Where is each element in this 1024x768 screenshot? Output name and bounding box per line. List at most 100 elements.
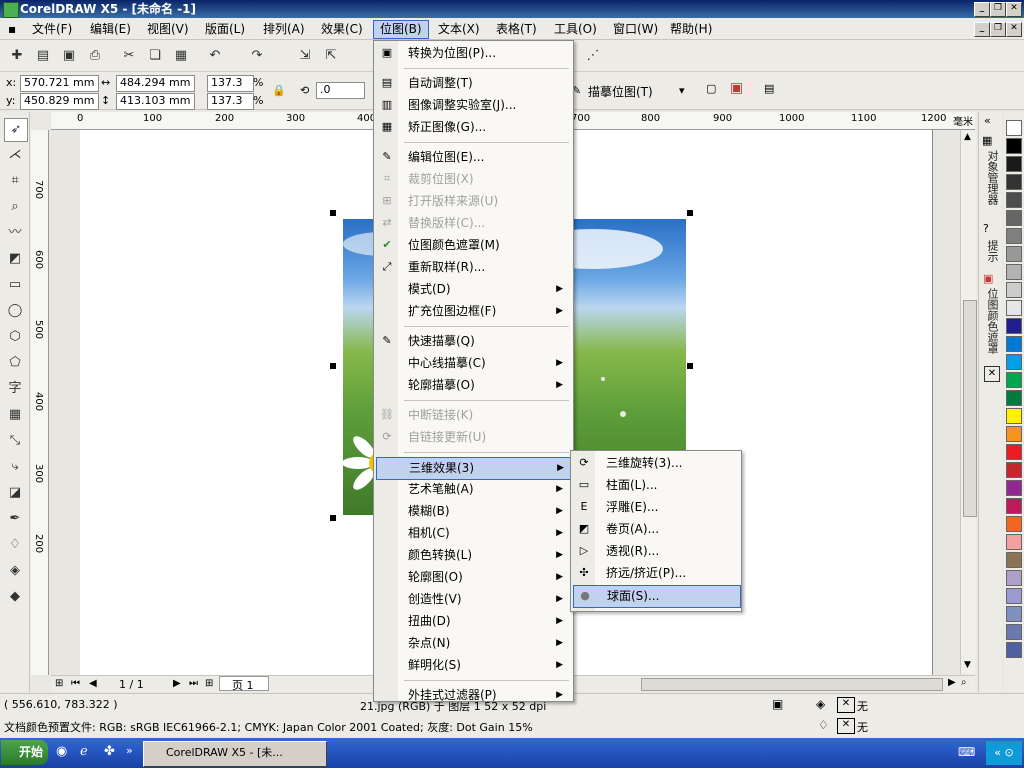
scroll-down-icon[interactable]: ▼	[964, 660, 971, 670]
table-tool-icon[interactable]: ▦	[4, 404, 26, 426]
menu-file[interactable]: 文件(F)	[26, 21, 78, 38]
docker-tab-bitmap-color-mask[interactable]: 位图颜色遮罩	[982, 288, 1000, 354]
3d-effects-item[interactable]: ● 球面(S)...	[573, 585, 741, 608]
menu-text[interactable]: 文本(X)	[432, 21, 486, 38]
color-swatch[interactable]	[1006, 228, 1022, 244]
selection-handle[interactable]	[330, 210, 336, 216]
export-icon[interactable]: ⇱	[322, 47, 340, 65]
menu-tools[interactable]: 工具(O)	[548, 21, 603, 38]
color-swatch[interactable]	[1006, 300, 1022, 316]
color-swatch[interactable]	[1006, 120, 1022, 136]
color-swatch[interactable]	[1006, 318, 1022, 334]
app-icon[interactable]: ✤	[104, 744, 115, 759]
close-button[interactable]: ✕	[1006, 2, 1022, 17]
shape-tool-icon[interactable]: ⋌	[4, 144, 26, 166]
interactive-fill-icon[interactable]: ◆	[4, 586, 26, 608]
bitmaps-menu-item[interactable]: 轮廓描摹(O) ▶	[376, 375, 571, 396]
3d-effects-item[interactable]: ◩ 卷页(A)...	[573, 519, 739, 540]
bitmaps-menu-item[interactable]: 杂点(N) ▶	[376, 633, 571, 654]
dropdown-arrow-icon[interactable]: ▾	[679, 84, 685, 97]
color-swatch[interactable]	[1006, 282, 1022, 298]
bitmaps-menu-item[interactable]: 模糊(B) ▶	[376, 501, 571, 522]
color-swatch[interactable]	[1006, 192, 1022, 208]
start-button[interactable]: 开始	[1, 740, 48, 765]
bitmaps-menu-item[interactable]: 三维效果(3) ▶	[376, 457, 573, 480]
bitmaps-menu-item[interactable]: ▤ 自动调整(T)	[376, 73, 571, 94]
3d-effects-item[interactable]: E 浮雕(E)...	[573, 497, 739, 518]
print-icon[interactable]: ⎙	[86, 47, 104, 65]
bitmaps-menu-item[interactable]: 模式(D) ▶	[376, 279, 571, 300]
color-swatch[interactable]	[1006, 138, 1022, 154]
color-swatch[interactable]	[1006, 390, 1022, 406]
selection-handle[interactable]	[687, 363, 693, 369]
color-swatch[interactable]	[1006, 534, 1022, 550]
color-swatch[interactable]	[1006, 354, 1022, 370]
tray-expand-icon[interactable]: « ⊙	[986, 741, 1022, 765]
bitmap-mask-icon[interactable]: ▣	[730, 80, 743, 96]
bitmaps-menu-item[interactable]: 鲜明化(S) ▶	[376, 655, 571, 676]
zoom-tool-icon[interactable]: ⌕	[4, 196, 26, 218]
menu-help[interactable]: 帮助(H)	[664, 21, 718, 38]
menu-layout[interactable]: 版面(L)	[199, 21, 251, 38]
trace-bitmap-button[interactable]: 描摹位图(T)	[588, 83, 653, 100]
import-icon[interactable]: ⇲	[296, 47, 314, 65]
color-swatch[interactable]	[1006, 624, 1022, 640]
minimize-button[interactable]: _	[974, 2, 990, 17]
color-swatch[interactable]	[1006, 516, 1022, 532]
scale-x-field[interactable]: 137.3	[207, 75, 254, 92]
ellipse-tool-icon[interactable]: ◯	[4, 300, 26, 322]
h-scroll-thumb[interactable]	[641, 678, 943, 691]
bitmaps-menu-item[interactable]: 扩充位图边框(F) ▶	[376, 301, 571, 322]
add-page-after-icon[interactable]: ⊞	[205, 678, 213, 689]
color-swatch[interactable]	[1006, 426, 1022, 442]
outline-tool-icon[interactable]: ♢	[4, 534, 26, 556]
docker-tab-object-manager[interactable]: 对象管理器	[982, 150, 1000, 205]
scale-y-field[interactable]: 137.3	[207, 93, 254, 110]
vertical-scrollbar[interactable]: ▲ ▼	[960, 130, 977, 674]
3d-effects-item[interactable]: ▭ 柱面(L)...	[573, 475, 739, 496]
copy-icon[interactable]: ❏	[146, 47, 164, 65]
snap-icon[interactable]: ⋰	[584, 47, 602, 65]
add-page-icon[interactable]: ⊞	[55, 678, 63, 689]
doc-minimize-button[interactable]: _	[974, 22, 990, 37]
selection-handle[interactable]	[330, 515, 336, 521]
bitmaps-menu-item[interactable]: ▣ 转换为位图(P)...	[376, 43, 571, 64]
bitmaps-menu-item[interactable]: 扭曲(D) ▶	[376, 611, 571, 632]
color-swatch[interactable]	[1006, 156, 1022, 172]
color-swatch[interactable]	[1006, 588, 1022, 604]
bitmaps-menu-item[interactable]: 相机(C) ▶	[376, 523, 571, 544]
rotation-field[interactable]: .0	[316, 82, 365, 99]
menu-edit[interactable]: 编辑(E)	[84, 21, 137, 38]
new-icon[interactable]: ✚	[8, 47, 26, 65]
eyedropper-tool-icon[interactable]: ✒	[4, 508, 26, 530]
color-swatch[interactable]	[1006, 552, 1022, 568]
menu-table[interactable]: 表格(T)	[490, 21, 543, 38]
prev-page-icon[interactable]: ◀	[89, 678, 97, 689]
width-field[interactable]: 484.294 mm	[116, 75, 195, 92]
bitmaps-menu-item[interactable]: ⤢ 重新取样(R)...	[376, 257, 571, 278]
crop-tool-icon[interactable]: ⌗	[4, 170, 26, 192]
bitmaps-menu-item[interactable]: ✎ 编辑位图(E)...	[376, 147, 571, 168]
blend-tool-icon[interactable]: ◪	[4, 482, 26, 504]
open-icon[interactable]: ▤	[34, 47, 52, 65]
collapse-docker-icon[interactable]: «	[984, 114, 991, 127]
bitmaps-menu-item[interactable]: 颜色转换(L) ▶	[376, 545, 571, 566]
next-page-icon[interactable]: ▶	[173, 678, 181, 689]
bitmaps-menu-item[interactable]: 轮廓图(O) ▶	[376, 567, 571, 588]
color-swatch[interactable]	[1006, 498, 1022, 514]
color-swatch[interactable]	[1006, 642, 1022, 658]
chrome-icon[interactable]: ◉	[56, 744, 67, 759]
color-swatch[interactable]	[1006, 264, 1022, 280]
keyboard-icon[interactable]: ⌨	[958, 745, 975, 759]
paste-icon[interactable]: ▦	[172, 47, 190, 65]
menu-window[interactable]: 窗口(W)	[607, 21, 664, 38]
menu-bitmaps[interactable]: 位图(B)	[373, 20, 429, 39]
color-swatch[interactable]	[1006, 246, 1022, 262]
text-tool-icon[interactable]: 字	[4, 378, 26, 400]
color-swatch[interactable]	[1006, 372, 1022, 388]
edit-bitmap-icon[interactable]: ▢	[706, 82, 716, 95]
dimension-tool-icon[interactable]: ⤡	[4, 430, 26, 452]
bitmaps-menu-item[interactable]: 艺术笔触(A) ▶	[376, 479, 571, 500]
scroll-right-icon[interactable]: ▶	[948, 677, 956, 688]
color-swatch[interactable]	[1006, 606, 1022, 622]
